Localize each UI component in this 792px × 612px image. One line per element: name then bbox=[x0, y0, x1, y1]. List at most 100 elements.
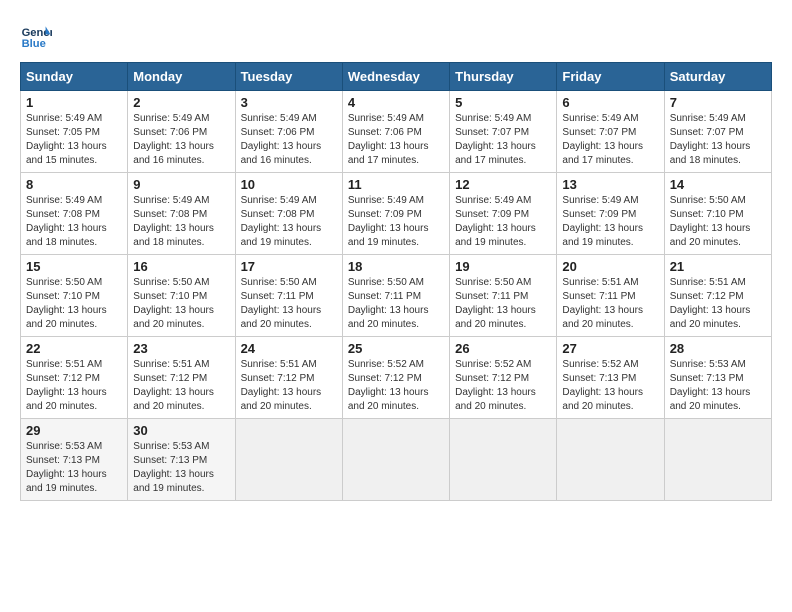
calendar-body: 1 Sunrise: 5:49 AMSunset: 7:05 PMDayligh… bbox=[21, 91, 772, 501]
day-info: Sunrise: 5:50 AMSunset: 7:11 PMDaylight:… bbox=[241, 277, 322, 330]
day-number: 14 bbox=[670, 177, 766, 192]
day-number: 22 bbox=[26, 341, 122, 356]
weekday-saturday: Saturday bbox=[664, 63, 771, 91]
calendar-cell bbox=[664, 419, 771, 501]
day-number: 24 bbox=[241, 341, 337, 356]
calendar-cell: 4 Sunrise: 5:49 AMSunset: 7:06 PMDayligh… bbox=[342, 91, 449, 173]
day-info: Sunrise: 5:49 AMSunset: 7:07 PMDaylight:… bbox=[670, 113, 751, 166]
week-row-4: 22 Sunrise: 5:51 AMSunset: 7:12 PMDaylig… bbox=[21, 337, 772, 419]
day-info: Sunrise: 5:51 AMSunset: 7:11 PMDaylight:… bbox=[562, 277, 643, 330]
week-row-2: 8 Sunrise: 5:49 AMSunset: 7:08 PMDayligh… bbox=[21, 173, 772, 255]
calendar-cell: 10 Sunrise: 5:49 AMSunset: 7:08 PMDaylig… bbox=[235, 173, 342, 255]
calendar-cell: 9 Sunrise: 5:49 AMSunset: 7:08 PMDayligh… bbox=[128, 173, 235, 255]
logo: General Blue bbox=[20, 20, 52, 52]
day-number: 10 bbox=[241, 177, 337, 192]
day-info: Sunrise: 5:49 AMSunset: 7:09 PMDaylight:… bbox=[348, 195, 429, 248]
day-number: 11 bbox=[348, 177, 444, 192]
day-info: Sunrise: 5:50 AMSunset: 7:10 PMDaylight:… bbox=[670, 195, 751, 248]
calendar-cell: 5 Sunrise: 5:49 AMSunset: 7:07 PMDayligh… bbox=[450, 91, 557, 173]
day-number: 16 bbox=[133, 259, 229, 274]
day-number: 20 bbox=[562, 259, 658, 274]
day-number: 17 bbox=[241, 259, 337, 274]
day-info: Sunrise: 5:50 AMSunset: 7:10 PMDaylight:… bbox=[133, 277, 214, 330]
day-info: Sunrise: 5:49 AMSunset: 7:06 PMDaylight:… bbox=[348, 113, 429, 166]
day-number: 29 bbox=[26, 423, 122, 438]
weekday-header-row: SundayMondayTuesdayWednesdayThursdayFrid… bbox=[21, 63, 772, 91]
calendar-cell: 12 Sunrise: 5:49 AMSunset: 7:09 PMDaylig… bbox=[450, 173, 557, 255]
day-info: Sunrise: 5:49 AMSunset: 7:06 PMDaylight:… bbox=[133, 113, 214, 166]
day-number: 1 bbox=[26, 95, 122, 110]
calendar-cell: 26 Sunrise: 5:52 AMSunset: 7:12 PMDaylig… bbox=[450, 337, 557, 419]
calendar-cell: 13 Sunrise: 5:49 AMSunset: 7:09 PMDaylig… bbox=[557, 173, 664, 255]
calendar-cell: 3 Sunrise: 5:49 AMSunset: 7:06 PMDayligh… bbox=[235, 91, 342, 173]
day-info: Sunrise: 5:50 AMSunset: 7:11 PMDaylight:… bbox=[348, 277, 429, 330]
calendar-table: SundayMondayTuesdayWednesdayThursdayFrid… bbox=[20, 62, 772, 501]
day-info: Sunrise: 5:49 AMSunset: 7:08 PMDaylight:… bbox=[133, 195, 214, 248]
day-info: Sunrise: 5:50 AMSunset: 7:10 PMDaylight:… bbox=[26, 277, 107, 330]
calendar-cell bbox=[235, 419, 342, 501]
day-info: Sunrise: 5:49 AMSunset: 7:08 PMDaylight:… bbox=[241, 195, 322, 248]
day-info: Sunrise: 5:50 AMSunset: 7:11 PMDaylight:… bbox=[455, 277, 536, 330]
calendar-cell: 11 Sunrise: 5:49 AMSunset: 7:09 PMDaylig… bbox=[342, 173, 449, 255]
day-info: Sunrise: 5:49 AMSunset: 7:07 PMDaylight:… bbox=[562, 113, 643, 166]
weekday-tuesday: Tuesday bbox=[235, 63, 342, 91]
day-info: Sunrise: 5:49 AMSunset: 7:08 PMDaylight:… bbox=[26, 195, 107, 248]
calendar-cell: 19 Sunrise: 5:50 AMSunset: 7:11 PMDaylig… bbox=[450, 255, 557, 337]
weekday-friday: Friday bbox=[557, 63, 664, 91]
day-info: Sunrise: 5:49 AMSunset: 7:06 PMDaylight:… bbox=[241, 113, 322, 166]
day-number: 30 bbox=[133, 423, 229, 438]
day-info: Sunrise: 5:51 AMSunset: 7:12 PMDaylight:… bbox=[241, 359, 322, 412]
calendar-cell: 18 Sunrise: 5:50 AMSunset: 7:11 PMDaylig… bbox=[342, 255, 449, 337]
day-number: 12 bbox=[455, 177, 551, 192]
calendar-cell bbox=[557, 419, 664, 501]
week-row-3: 15 Sunrise: 5:50 AMSunset: 7:10 PMDaylig… bbox=[21, 255, 772, 337]
day-number: 2 bbox=[133, 95, 229, 110]
day-info: Sunrise: 5:51 AMSunset: 7:12 PMDaylight:… bbox=[26, 359, 107, 412]
day-number: 19 bbox=[455, 259, 551, 274]
calendar-cell: 16 Sunrise: 5:50 AMSunset: 7:10 PMDaylig… bbox=[128, 255, 235, 337]
day-info: Sunrise: 5:51 AMSunset: 7:12 PMDaylight:… bbox=[670, 277, 751, 330]
day-info: Sunrise: 5:53 AMSunset: 7:13 PMDaylight:… bbox=[670, 359, 751, 412]
header: General Blue bbox=[20, 20, 772, 52]
weekday-wednesday: Wednesday bbox=[342, 63, 449, 91]
calendar-cell: 28 Sunrise: 5:53 AMSunset: 7:13 PMDaylig… bbox=[664, 337, 771, 419]
day-number: 23 bbox=[133, 341, 229, 356]
day-info: Sunrise: 5:49 AMSunset: 7:09 PMDaylight:… bbox=[455, 195, 536, 248]
day-info: Sunrise: 5:52 AMSunset: 7:12 PMDaylight:… bbox=[455, 359, 536, 412]
weekday-thursday: Thursday bbox=[450, 63, 557, 91]
calendar-cell: 30 Sunrise: 5:53 AMSunset: 7:13 PMDaylig… bbox=[128, 419, 235, 501]
calendar-cell: 2 Sunrise: 5:49 AMSunset: 7:06 PMDayligh… bbox=[128, 91, 235, 173]
day-number: 13 bbox=[562, 177, 658, 192]
day-number: 5 bbox=[455, 95, 551, 110]
day-number: 9 bbox=[133, 177, 229, 192]
day-info: Sunrise: 5:51 AMSunset: 7:12 PMDaylight:… bbox=[133, 359, 214, 412]
calendar-cell: 22 Sunrise: 5:51 AMSunset: 7:12 PMDaylig… bbox=[21, 337, 128, 419]
calendar-cell bbox=[342, 419, 449, 501]
page-container: General Blue SundayMondayTuesdayWednesda… bbox=[20, 20, 772, 501]
svg-text:Blue: Blue bbox=[22, 38, 46, 50]
calendar-cell: 21 Sunrise: 5:51 AMSunset: 7:12 PMDaylig… bbox=[664, 255, 771, 337]
day-number: 15 bbox=[26, 259, 122, 274]
day-number: 3 bbox=[241, 95, 337, 110]
day-number: 21 bbox=[670, 259, 766, 274]
calendar-cell: 7 Sunrise: 5:49 AMSunset: 7:07 PMDayligh… bbox=[664, 91, 771, 173]
day-number: 27 bbox=[562, 341, 658, 356]
week-row-5: 29 Sunrise: 5:53 AMSunset: 7:13 PMDaylig… bbox=[21, 419, 772, 501]
day-number: 7 bbox=[670, 95, 766, 110]
day-number: 4 bbox=[348, 95, 444, 110]
calendar-cell: 14 Sunrise: 5:50 AMSunset: 7:10 PMDaylig… bbox=[664, 173, 771, 255]
day-info: Sunrise: 5:53 AMSunset: 7:13 PMDaylight:… bbox=[133, 441, 214, 494]
calendar-cell: 23 Sunrise: 5:51 AMSunset: 7:12 PMDaylig… bbox=[128, 337, 235, 419]
weekday-monday: Monday bbox=[128, 63, 235, 91]
calendar-cell: 8 Sunrise: 5:49 AMSunset: 7:08 PMDayligh… bbox=[21, 173, 128, 255]
day-info: Sunrise: 5:49 AMSunset: 7:07 PMDaylight:… bbox=[455, 113, 536, 166]
day-info: Sunrise: 5:49 AMSunset: 7:05 PMDaylight:… bbox=[26, 113, 107, 166]
calendar-cell: 27 Sunrise: 5:52 AMSunset: 7:13 PMDaylig… bbox=[557, 337, 664, 419]
day-info: Sunrise: 5:49 AMSunset: 7:09 PMDaylight:… bbox=[562, 195, 643, 248]
calendar-cell: 24 Sunrise: 5:51 AMSunset: 7:12 PMDaylig… bbox=[235, 337, 342, 419]
calendar-cell: 6 Sunrise: 5:49 AMSunset: 7:07 PMDayligh… bbox=[557, 91, 664, 173]
day-number: 6 bbox=[562, 95, 658, 110]
day-number: 18 bbox=[348, 259, 444, 274]
calendar-cell: 29 Sunrise: 5:53 AMSunset: 7:13 PMDaylig… bbox=[21, 419, 128, 501]
day-number: 25 bbox=[348, 341, 444, 356]
